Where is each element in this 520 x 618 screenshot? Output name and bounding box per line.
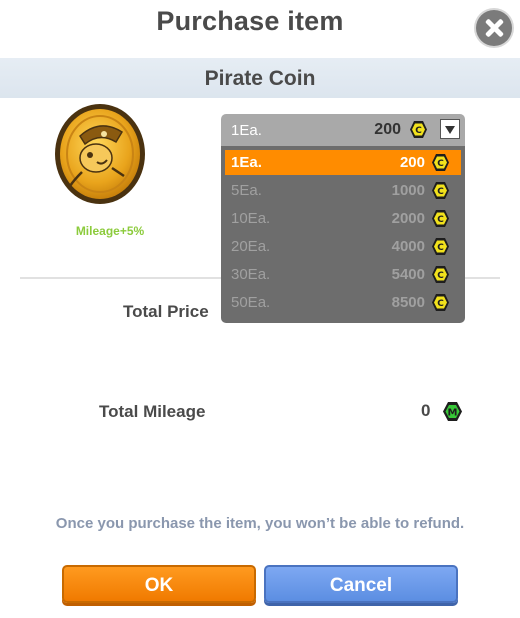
- option-price: 5400: [391, 266, 425, 283]
- quantity-option[interactable]: 5Ea. 1000 C: [225, 178, 461, 203]
- mileage-bonus-text: Mileage+5%: [75, 224, 145, 238]
- coin-icon-letter: C: [437, 271, 444, 281]
- option-price: 200: [399, 154, 425, 171]
- quantity-option[interactable]: 20Ea. 4000 C: [225, 234, 461, 259]
- total-mileage-value: 0: [421, 401, 431, 420]
- total-price-label: Total Price: [123, 302, 209, 321]
- coin-currency-icon: C: [409, 120, 428, 139]
- coin-icon-letter: C: [415, 126, 422, 136]
- option-quantity: 5Ea.: [231, 182, 262, 199]
- quantity-option[interactable]: 50Ea. 8500 C: [225, 290, 461, 315]
- selected-price: 200: [374, 121, 401, 138]
- chevron-down-icon[interactable]: [440, 119, 460, 139]
- quantity-option[interactable]: 10Ea. 2000 C: [225, 206, 461, 231]
- option-quantity: 50Ea.: [231, 294, 271, 311]
- ok-button[interactable]: OK: [62, 565, 256, 603]
- option-quantity: 1Ea.: [231, 154, 262, 171]
- selected-quantity: 1Ea.: [231, 122, 262, 139]
- cancel-button[interactable]: Cancel: [264, 565, 458, 603]
- option-quantity: 20Ea.: [231, 238, 271, 255]
- item-name-band: Pirate Coin: [0, 58, 520, 98]
- coin-currency-icon: C: [431, 153, 450, 172]
- refund-notice: Once you purchase the item, you won’t be…: [55, 515, 465, 532]
- quantity-select[interactable]: 1Ea. 200 C: [221, 114, 465, 146]
- quantity-options-list: 1Ea. 200 C 5Ea. 1000 C 10Ea. 2000 C 20Ea. 4000 C 30E…: [221, 146, 465, 323]
- total-mileage-label: Total Mileage: [99, 402, 206, 421]
- coin-icon-letter: C: [437, 215, 444, 225]
- coin-icon-letter: C: [437, 159, 444, 169]
- close-icon[interactable]: [476, 10, 512, 46]
- item-name: Pirate Coin: [204, 67, 316, 90]
- dialog-title: Purchase item: [156, 6, 344, 36]
- coin-icon-letter: C: [437, 299, 444, 309]
- coin-currency-icon: C: [431, 209, 450, 228]
- option-quantity: 10Ea.: [231, 210, 271, 227]
- option-price: 2000: [391, 210, 425, 227]
- option-price: 4000: [391, 238, 425, 255]
- quantity-option[interactable]: 1Ea. 200 C: [225, 150, 461, 175]
- coin-icon-letter: C: [437, 187, 444, 197]
- option-price: 1000: [391, 182, 425, 199]
- coin-currency-icon: C: [431, 181, 450, 200]
- mileage-icon-letter: M: [448, 408, 458, 419]
- option-price: 8500: [391, 294, 425, 311]
- option-quantity: 30Ea.: [231, 266, 271, 283]
- coin-icon-letter: C: [437, 243, 444, 253]
- mileage-icon: M: [442, 401, 463, 422]
- coin-currency-icon: C: [431, 237, 450, 256]
- coin-currency-icon: C: [431, 293, 450, 312]
- coin-currency-icon: C: [431, 265, 450, 284]
- quantity-option[interactable]: 30Ea. 5400 C: [225, 262, 461, 287]
- pirate-coin-icon: [52, 102, 148, 206]
- purchase-dialog: Purchase item Pirate Coin Mileage+5% Tot…: [0, 0, 520, 618]
